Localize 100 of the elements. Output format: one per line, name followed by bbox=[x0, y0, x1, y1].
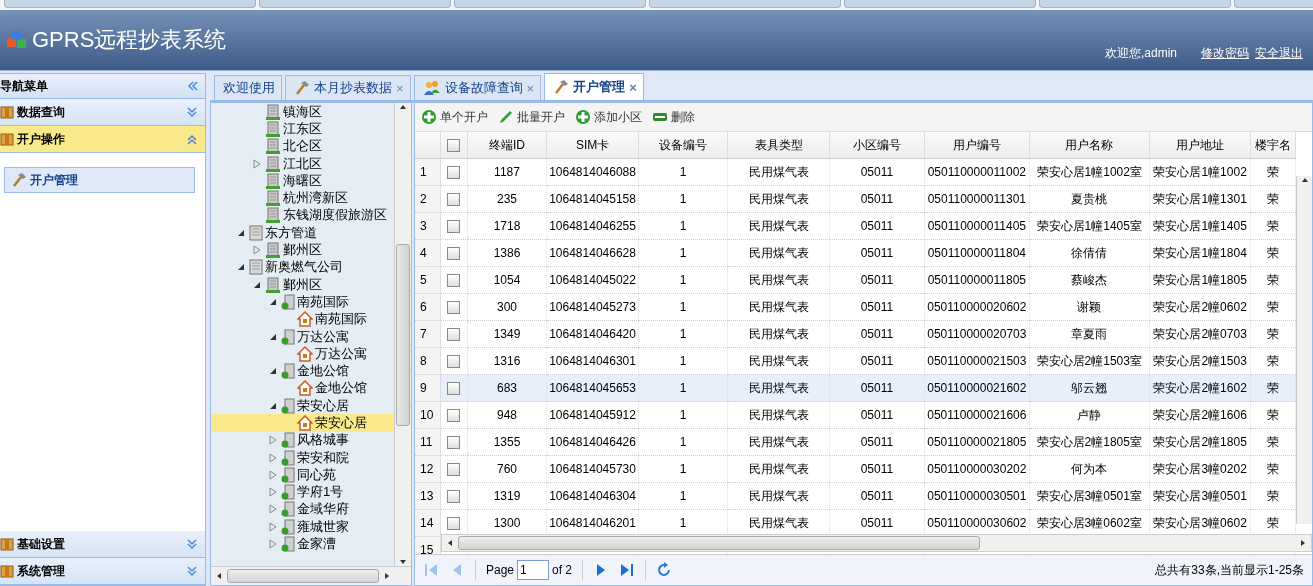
scroll-up-icon[interactable] bbox=[1300, 176, 1309, 184]
tab[interactable]: 开户管理 × bbox=[544, 73, 644, 100]
column-header[interactable]: 小区编号 bbox=[829, 132, 925, 159]
row-checkbox[interactable] bbox=[447, 490, 461, 504]
table-row[interactable]: 8 1316 1064814046301 1 民用煤气表 05011 050110000021503 荣安心居2幢1503室 荣安心居2幢1503 荣 bbox=[415, 347, 1296, 375]
header-link[interactable]: 安全退出 bbox=[1255, 45, 1303, 62]
tree-item[interactable]: 同心苑 bbox=[211, 466, 394, 484]
scrollbar[interactable] bbox=[394, 103, 411, 566]
tree-item[interactable]: 金域华府 bbox=[211, 500, 394, 519]
chevron-up-icon[interactable] bbox=[185, 132, 199, 146]
chevron-down-icon[interactable] bbox=[185, 105, 199, 119]
table-row[interactable]: 11 1355 1064814046426 1 民用煤气表 05011 050110000021805 荣安心居2幢1805室 荣安心居2幢1805 荣 bbox=[415, 428, 1296, 456]
tree-item[interactable]: 南苑国际 bbox=[211, 310, 394, 328]
collapsed-arrow-icon[interactable] bbox=[269, 452, 277, 463]
table-row[interactable]: 13 1319 1064814046304 1 民用煤气表 05011 050110000030501 荣安心居3幢0501室 荣安心居3幢0501 荣 bbox=[415, 482, 1296, 510]
tree-item[interactable]: 金地公馆 bbox=[211, 362, 394, 380]
expanded-arrow-icon[interactable] bbox=[269, 332, 277, 341]
scrollbar[interactable] bbox=[211, 566, 411, 585]
tree-item[interactable]: 金地公馆 bbox=[211, 379, 394, 398]
table-row[interactable]: 12 760 1064814045730 1 民用煤气表 05011 050110000030202 何为本 荣安心居3幢0202 荣 bbox=[415, 455, 1296, 483]
collapsed-arrow-icon[interactable] bbox=[269, 435, 277, 446]
collapsed-arrow-icon[interactable] bbox=[269, 539, 277, 550]
tree-item[interactable]: 金家漕 bbox=[211, 535, 394, 553]
chevron-left-icon[interactable] bbox=[185, 79, 199, 93]
column-header[interactable]: 楼宇名 bbox=[1250, 132, 1296, 159]
tree-item[interactable]: 江北区 bbox=[211, 154, 394, 173]
page-input[interactable]: 1 bbox=[517, 560, 550, 580]
nav-section[interactable]: 基础设置 bbox=[0, 531, 205, 558]
scroll-left-icon[interactable] bbox=[446, 539, 454, 547]
table-row[interactable]: 2 235 1064814045158 1 民用煤气表 05011 050110000011301 夏贵桃 荣安心居1幢1301 荣 bbox=[415, 185, 1296, 213]
scrollbar[interactable] bbox=[1296, 176, 1312, 524]
row-checkbox[interactable] bbox=[447, 355, 461, 369]
nav-section[interactable]: 系统管理 bbox=[0, 558, 205, 585]
tab[interactable]: 设备故障查询 × bbox=[413, 75, 542, 100]
tab[interactable]: 本月抄表数据 × bbox=[285, 75, 411, 100]
scroll-left-icon[interactable] bbox=[215, 572, 223, 580]
toolbar-button[interactable]: 批量开户 bbox=[498, 108, 565, 126]
row-checkbox[interactable] bbox=[447, 274, 461, 288]
tree-item[interactable]: 南苑国际 bbox=[211, 293, 394, 311]
table-row[interactable]: 5 1054 1064814045022 1 民用煤气表 05011 050110000011805 蔡峻杰 荣安心居1幢1805 荣 bbox=[415, 266, 1296, 294]
close-icon[interactable]: × bbox=[629, 79, 637, 95]
expanded-arrow-icon[interactable] bbox=[269, 401, 277, 410]
row-checkbox[interactable] bbox=[447, 220, 461, 234]
tree-item[interactable]: 江东区 bbox=[211, 120, 394, 138]
scroll-right-icon[interactable] bbox=[383, 572, 391, 580]
chevron-down-icon[interactable] bbox=[185, 537, 199, 551]
row-checkbox[interactable] bbox=[447, 517, 461, 531]
tree-item[interactable]: 杭州湾新区 bbox=[211, 189, 394, 207]
refresh-icon[interactable] bbox=[656, 562, 673, 578]
tree-item[interactable]: 万达公寓 bbox=[211, 345, 394, 363]
table-row[interactable]: 1 1187 1064814046088 1 民用煤气表 05011 050110000011002 荣安心居1幢1002室 荣安心居1幢1002 荣 bbox=[415, 158, 1296, 186]
expanded-arrow-icon[interactable] bbox=[269, 367, 277, 376]
row-checkbox[interactable] bbox=[447, 436, 461, 450]
tree-item[interactable]: 东方管道 bbox=[211, 224, 394, 242]
column-header[interactable]: 终端ID bbox=[467, 132, 547, 159]
tree-item[interactable]: 荣安心居 bbox=[211, 397, 394, 415]
row-checkbox[interactable] bbox=[447, 166, 461, 180]
tree-item[interactable]: 荣安和院 bbox=[211, 448, 394, 467]
collapsed-arrow-icon[interactable] bbox=[253, 158, 261, 169]
column-header[interactable]: 用户编号 bbox=[924, 132, 1030, 159]
expanded-arrow-icon[interactable] bbox=[237, 228, 245, 237]
tree-item[interactable]: 鄞州区 bbox=[211, 275, 394, 294]
row-checkbox[interactable] bbox=[447, 193, 461, 207]
last-page-icon[interactable] bbox=[619, 562, 636, 578]
nav-item[interactable]: 开户管理 bbox=[4, 167, 195, 193]
collapsed-arrow-icon[interactable] bbox=[269, 504, 277, 515]
scroll-right-icon[interactable] bbox=[1299, 539, 1307, 547]
column-header[interactable]: 用户名称 bbox=[1029, 132, 1150, 159]
table-row[interactable]: 10 948 1064814045912 1 民用煤气表 05011 050110000021606 卢静 荣安心居2幢1606 荣 bbox=[415, 401, 1296, 429]
row-checkbox[interactable] bbox=[447, 247, 461, 261]
toolbar-button[interactable]: 单个开户 bbox=[421, 108, 488, 126]
tree-item[interactable]: 海曙区 bbox=[211, 172, 394, 190]
tree-item[interactable]: 鄞州区 bbox=[211, 241, 394, 259]
toolbar-button[interactable]: 添加小区 bbox=[575, 108, 642, 126]
column-header[interactable]: SIM卡 bbox=[546, 132, 639, 159]
table-row[interactable]: 3 1718 1064814046255 1 民用煤气表 05011 050110000011405 荣安心居1幢1405室 荣安心居1幢1405 荣 bbox=[415, 212, 1296, 240]
collapsed-arrow-icon[interactable] bbox=[253, 245, 261, 255]
row-checkbox[interactable] bbox=[447, 409, 461, 423]
row-checkbox[interactable] bbox=[447, 463, 461, 477]
row-checkbox[interactable] bbox=[447, 301, 461, 315]
table-row[interactable]: 4 1386 1064814046628 1 民用煤气表 05011 050110000011804 徐倩倩 荣安心居1幢1804 荣 bbox=[415, 239, 1296, 267]
tree-item[interactable]: 北仑区 bbox=[211, 137, 394, 155]
nav-section[interactable]: 开户操作 bbox=[0, 126, 205, 153]
scrollbar[interactable] bbox=[441, 534, 1312, 552]
tree-item[interactable]: 荣安心居 bbox=[211, 414, 394, 432]
table-row[interactable]: 7 1349 1064814046420 1 民用煤气表 05011 050110000020703 章夏雨 荣安心居2幢0703 荣 bbox=[415, 320, 1296, 348]
column-header[interactable]: 用户地址 bbox=[1149, 132, 1251, 159]
tree-item[interactable]: 万达公寓 bbox=[211, 327, 394, 346]
row-checkbox[interactable] bbox=[447, 328, 461, 342]
tree-item[interactable]: 新奥燃气公司 bbox=[211, 258, 394, 276]
tree-item[interactable]: 东钱湖度假旅游区 bbox=[211, 206, 394, 225]
collapsed-arrow-icon[interactable] bbox=[269, 521, 277, 532]
select-all-checkbox[interactable] bbox=[447, 139, 461, 153]
toolbar-button[interactable]: 删除 bbox=[652, 108, 695, 126]
column-header[interactable]: 设备编号 bbox=[638, 132, 728, 159]
column-header[interactable]: 表具类型 bbox=[727, 132, 830, 159]
tree-item[interactable]: 雍城世家 bbox=[211, 518, 394, 536]
header-link[interactable]: 修改密码 bbox=[1201, 45, 1249, 62]
collapsed-arrow-icon[interactable] bbox=[269, 487, 277, 498]
table-row[interactable]: 9 683 1064814045653 1 民用煤气表 05011 050110000021602 邬云翘 荣安心居2幢1602 荣 bbox=[415, 374, 1296, 402]
